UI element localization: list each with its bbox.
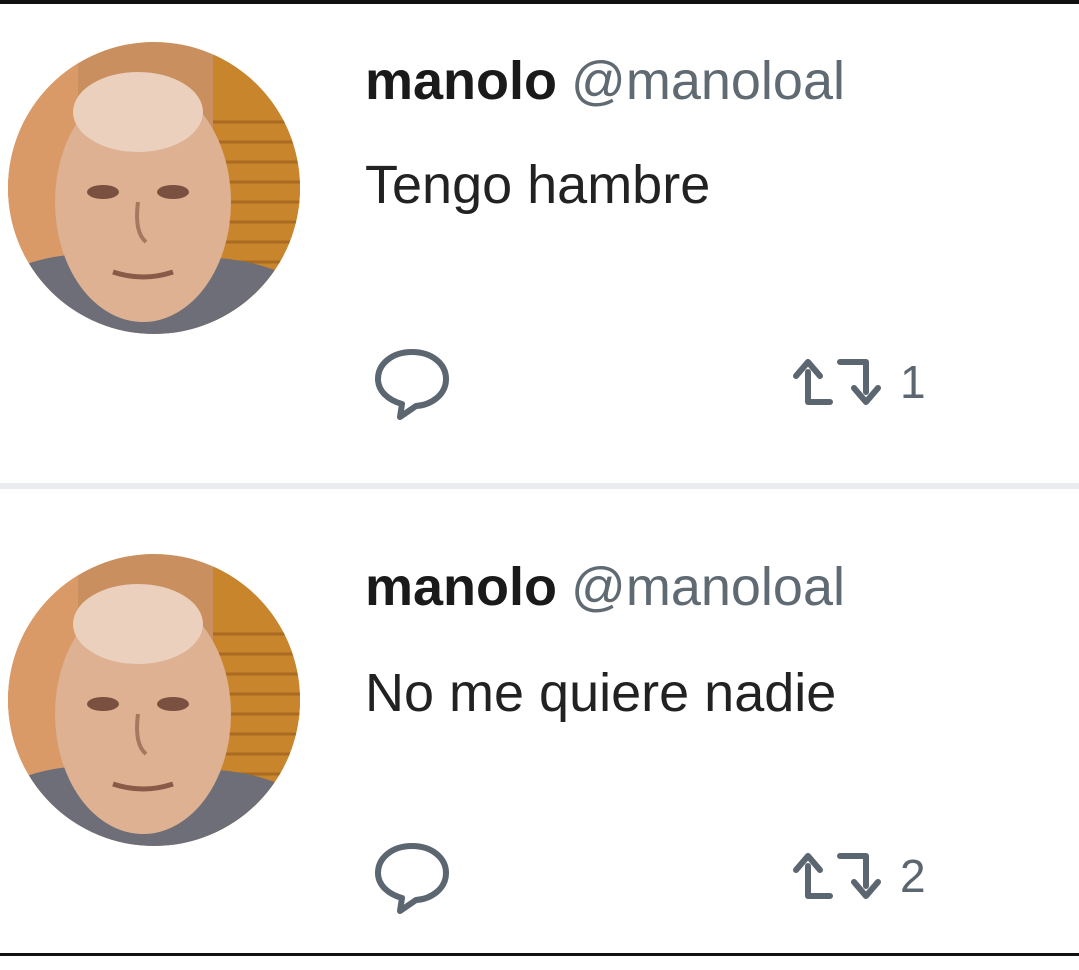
avatar[interactable]	[8, 554, 300, 846]
reply-bubble-icon	[375, 349, 449, 420]
avatar[interactable]	[8, 42, 300, 334]
avatar-photo	[8, 554, 300, 846]
retweet-button[interactable]: 2	[788, 836, 926, 916]
retweet-count: 2	[900, 850, 926, 902]
user-handle[interactable]: @manoloal	[571, 557, 845, 617]
user-name[interactable]: manolo	[365, 51, 557, 111]
reply-button[interactable]	[372, 342, 452, 422]
retweet-icon	[793, 359, 881, 405]
tweet[interactable]: manolo @manoloal No me quiere nadie 2	[0, 492, 1079, 970]
tweet-text: No me quiere nadie	[365, 663, 837, 723]
reply-bubble-icon	[375, 843, 449, 914]
retweet-icon	[793, 853, 881, 899]
tweet-text: Tengo hambre	[365, 155, 711, 215]
avatar-photo	[8, 42, 300, 334]
user-handle[interactable]: @manoloal	[571, 51, 845, 111]
tweet-header: manolo @manoloal	[365, 50, 845, 112]
tweet-header: manolo @manoloal	[365, 556, 845, 618]
reply-button[interactable]	[372, 836, 452, 916]
retweet-button[interactable]: 1	[788, 342, 926, 422]
tweet[interactable]: manolo @manoloal Tengo hambre 1	[0, 4, 1079, 482]
tweet-separator	[0, 483, 1079, 489]
user-name[interactable]: manolo	[365, 557, 557, 617]
retweet-count: 1	[900, 356, 926, 408]
